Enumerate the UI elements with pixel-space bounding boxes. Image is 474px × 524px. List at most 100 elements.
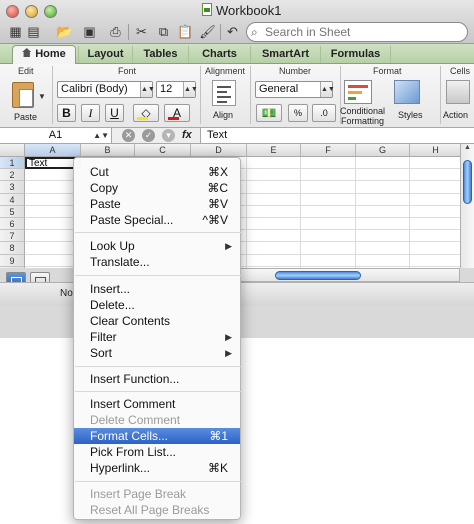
new-sheet-icon[interactable]: ▦ xyxy=(6,22,25,41)
cancel-entry-icon[interactable]: ✕ xyxy=(122,129,135,142)
horizontal-scroll-thumb[interactable] xyxy=(275,271,361,280)
name-box[interactable]: A1 ▲▼ xyxy=(0,128,112,143)
tab-tables[interactable]: Tables xyxy=(132,46,188,63)
group-label-edit: Edit xyxy=(18,66,34,76)
menu-item-look-up[interactable]: Look Up ▶ xyxy=(74,238,240,254)
menu-item-label: Reset All Page Breaks xyxy=(90,503,210,517)
scroll-up-arrow-icon[interactable]: ▲ xyxy=(461,144,474,154)
group-label-alignment: Alignment xyxy=(205,66,246,76)
percent-icon: % xyxy=(293,108,302,118)
print-icon[interactable]: ⎙ xyxy=(106,22,125,41)
row-header-2[interactable]: 2 xyxy=(0,169,25,182)
menu-separator xyxy=(75,366,241,367)
horizontal-scrollbar[interactable] xyxy=(240,268,460,282)
cells-actions-icon[interactable] xyxy=(446,80,470,104)
menu-separator xyxy=(75,481,241,482)
fill-color-button[interactable]: ◇ xyxy=(133,104,159,122)
font-color-button[interactable]: A xyxy=(164,104,190,122)
font-name-select[interactable]: Calibri (Body) ▲▼ xyxy=(57,81,155,98)
decimal-format-button[interactable]: .0 xyxy=(312,104,336,122)
menu-item-translate[interactable]: Translate... xyxy=(74,254,240,270)
paste-clipboard-icon[interactable] xyxy=(12,82,34,108)
column-header-a[interactable]: A xyxy=(25,144,81,157)
row-header-8[interactable]: 8 xyxy=(0,242,25,255)
menu-item-clear-contents[interactable]: Clear Contents xyxy=(74,313,240,329)
formula-menu-icon[interactable]: ▾ xyxy=(162,129,175,142)
font-size-select[interactable]: 12 ▲▼ xyxy=(156,81,198,98)
column-header-h[interactable]: H xyxy=(410,144,460,157)
insert-function-fx-button[interactable]: fx xyxy=(182,128,192,143)
row-header-4[interactable]: 4 xyxy=(0,193,25,206)
menu-item-insert-function[interactable]: Insert Function... xyxy=(74,371,240,387)
bold-button[interactable]: B xyxy=(57,104,76,122)
confirm-entry-icon[interactable]: ✓ xyxy=(142,129,155,142)
styles-icon[interactable] xyxy=(394,80,420,104)
menu-item-format-cells[interactable]: Format Cells... ⌘1 xyxy=(74,428,240,444)
minimize-window-button[interactable] xyxy=(25,5,38,18)
tab-layout[interactable]: Layout xyxy=(78,46,132,63)
menu-item-insert-comment[interactable]: Insert Comment xyxy=(74,396,240,412)
menu-item-filter[interactable]: Filter ▶ xyxy=(74,329,240,345)
row-header-5[interactable]: 5 xyxy=(0,205,25,218)
row-header-1[interactable]: 1 xyxy=(0,157,25,170)
tab-data[interactable] xyxy=(390,46,450,63)
vertical-scrollbar[interactable]: ▲ xyxy=(460,144,474,268)
vertical-scroll-thumb[interactable] xyxy=(463,160,472,204)
menu-item-sort[interactable]: Sort ▶ xyxy=(74,345,240,361)
cut-icon[interactable]: ✂ xyxy=(132,22,151,41)
menu-shortcut: ⌘C xyxy=(207,181,228,195)
menu-item-hyperlink[interactable]: Hyperlink... ⌘K xyxy=(74,460,240,476)
menu-shortcut: ⌘X xyxy=(207,165,228,179)
menu-item-cut[interactable]: Cut ⌘X xyxy=(74,164,240,180)
search-input[interactable] xyxy=(265,24,461,40)
tab-formulas[interactable]: Formulas xyxy=(320,46,390,63)
column-header-g[interactable]: G xyxy=(356,144,410,157)
menu-item-label: Clear Contents xyxy=(90,314,171,328)
column-header-b[interactable]: B xyxy=(81,144,135,157)
format-painter-icon[interactable]: 🖌 xyxy=(198,22,217,41)
menu-item-delete[interactable]: Delete... xyxy=(74,297,240,313)
zoom-window-button[interactable] xyxy=(44,5,57,18)
menu-item-copy[interactable]: Copy ⌘C xyxy=(74,180,240,196)
menu-item-label: Paste xyxy=(90,197,121,211)
menu-item-insert[interactable]: Insert... xyxy=(74,281,240,297)
conditional-formatting-icon[interactable] xyxy=(344,80,372,104)
search-field[interactable]: ⌕ xyxy=(246,22,468,42)
menu-item-paste-special[interactable]: Paste Special... ^⌘V xyxy=(74,212,240,228)
save-icon[interactable]: ▣ xyxy=(80,22,99,41)
column-header-d[interactable]: D xyxy=(191,144,247,157)
tab-home[interactable]: Home xyxy=(12,45,76,65)
select-all-corner[interactable] xyxy=(0,144,25,157)
name-box-value: A1 xyxy=(48,129,63,141)
menu-item-paste[interactable]: Paste ⌘V xyxy=(74,196,240,212)
percent-format-button[interactable]: % xyxy=(288,104,308,122)
undo-icon[interactable]: ↶ xyxy=(223,22,242,41)
paste-icon[interactable]: 📋 xyxy=(176,22,195,41)
paste-dropdown-arrow-icon[interactable]: ▼ xyxy=(38,92,46,101)
font-color-swatch xyxy=(168,117,179,120)
close-window-button[interactable] xyxy=(6,5,19,18)
menu-separator xyxy=(75,232,241,233)
row-header-6[interactable]: 6 xyxy=(0,218,25,231)
italic-button[interactable]: I xyxy=(81,104,100,122)
align-icon[interactable] xyxy=(212,80,236,106)
styles-button-label: Styles xyxy=(398,110,423,120)
underline-button[interactable]: U xyxy=(105,104,124,122)
copy-icon[interactable]: ⧉ xyxy=(154,22,173,41)
tab-charts[interactable]: Charts xyxy=(188,46,250,63)
new-icon[interactable]: ▤ xyxy=(24,22,43,41)
column-header-c[interactable]: C xyxy=(135,144,191,157)
row-header-7[interactable]: 7 xyxy=(0,230,25,243)
column-header-e[interactable]: E xyxy=(247,144,301,157)
number-format-select[interactable]: General ▲▼ xyxy=(255,81,335,98)
currency-format-button[interactable]: 💵 xyxy=(256,104,282,122)
row-header-3[interactable]: 3 xyxy=(0,181,25,194)
tab-smartart[interactable]: SmartArt xyxy=(250,46,320,63)
menu-item-label: Delete Comment xyxy=(90,413,181,427)
menu-item-pick-from-list[interactable]: Pick From List... xyxy=(74,444,240,460)
formula-input[interactable]: Text xyxy=(200,128,474,143)
tab-home-label: Home xyxy=(35,48,66,60)
row-header-9[interactable]: 9 xyxy=(0,254,25,267)
column-header-f[interactable]: F xyxy=(301,144,356,157)
open-icon[interactable]: 📂 xyxy=(55,22,74,41)
